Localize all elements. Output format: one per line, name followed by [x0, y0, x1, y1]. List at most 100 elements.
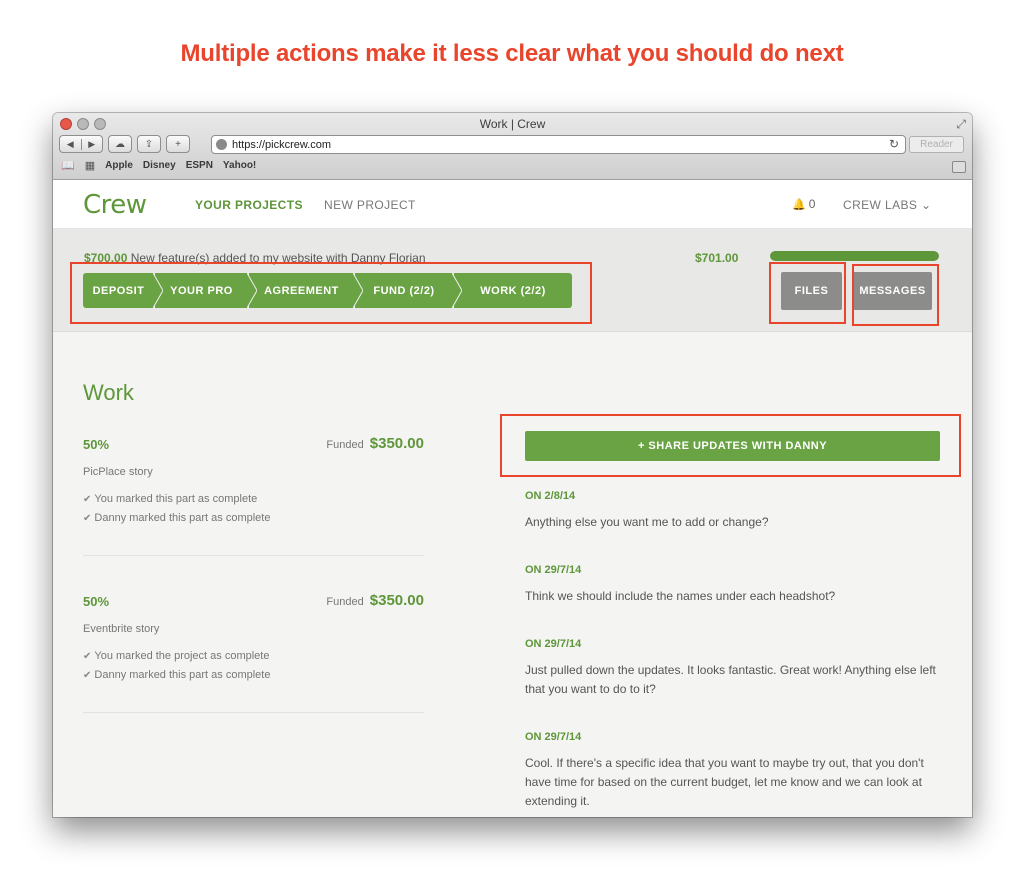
- step-your-pro[interactable]: YOUR PRO: [155, 273, 257, 308]
- check-icon: ✔: [83, 651, 92, 662]
- project-total: $701.00: [695, 251, 739, 265]
- part-funded: Funded $350.00: [326, 592, 424, 609]
- funding-progress-bar: [770, 251, 939, 261]
- part-check: ✔ You marked the project as complete: [83, 650, 269, 662]
- funding-progress-fill: [770, 251, 939, 261]
- nav-your-projects[interactable]: YOUR PROJECTS: [195, 198, 303, 212]
- project-steps: DEPOSIT YOUR PRO AGREEMENT FUND (2/2) WO…: [83, 273, 572, 308]
- chevron-down-icon: ⌄: [921, 198, 932, 212]
- work-part: 50% Funded $350.00 Eventbrite story ✔ You…: [83, 592, 424, 714]
- update-date: ON 29/7/14: [525, 564, 582, 576]
- url-text: https://pickcrew.com: [232, 138, 332, 151]
- part-check: ✔ Danny marked this part as complete: [83, 669, 270, 681]
- bookmarks-bar: 📖 ▦ Apple Disney ESPN Yahoo!: [61, 159, 256, 172]
- step-arrow-icon: [452, 273, 462, 308]
- main-content: Work 50% Funded $350.00 PicPlace story ✔…: [53, 332, 972, 817]
- update-date: ON 29/7/14: [525, 638, 582, 650]
- part-name: PicPlace story: [83, 466, 153, 478]
- page-title: Work: [83, 380, 134, 405]
- project-amount: $700.00: [84, 251, 128, 265]
- notifications[interactable]: 🔔 0: [792, 197, 815, 211]
- bookmark-yahoo[interactable]: Yahoo!: [223, 160, 256, 171]
- funded-label: Funded: [326, 596, 364, 608]
- step-work[interactable]: WORK (2/2): [454, 273, 572, 308]
- bookmark-espn[interactable]: ESPN: [186, 160, 213, 171]
- step-arrow-icon: [247, 273, 257, 308]
- address-bar[interactable]: https://pickcrew.com ↻: [211, 135, 906, 154]
- step-deposit[interactable]: DEPOSIT: [83, 273, 163, 308]
- downloads-icon[interactable]: [952, 161, 966, 173]
- bookmark-disney[interactable]: Disney: [143, 160, 176, 171]
- team-menu[interactable]: CREW LABS ⌄: [843, 198, 932, 212]
- step-arrow-icon: [353, 273, 363, 308]
- fullscreen-icon[interactable]: ⤢: [956, 117, 966, 132]
- cloud-icon: ☁: [115, 138, 125, 150]
- step-fund[interactable]: FUND (2/2): [355, 273, 462, 308]
- update-text: Think we should include the names under …: [525, 589, 836, 603]
- site-header: Crew YOUR PROJECTS NEW PROJECT 🔔 0 CREW …: [53, 180, 972, 229]
- step-label: DEPOSIT: [92, 284, 145, 297]
- part-name: Eventbrite story: [83, 623, 160, 635]
- crew-logo[interactable]: Crew: [83, 190, 147, 220]
- part-percent: 50%: [83, 437, 110, 452]
- part-funded: Funded $350.00: [326, 435, 424, 452]
- browser-window: Work | Crew ⤢ ◀ ▶ ☁ ⇪ + https://pickcrew…: [53, 113, 972, 817]
- step-label: YOUR PRO: [170, 284, 233, 297]
- step-label: AGREEMENT: [264, 284, 339, 297]
- plus-icon: +: [175, 138, 181, 150]
- globe-icon: [216, 139, 227, 150]
- forward-arrow-icon[interactable]: ▶: [80, 138, 103, 150]
- notifications-count: 0: [808, 197, 816, 211]
- share-icon: ⇪: [144, 138, 154, 150]
- update-text: Just pulled down the updates. It looks f…: [525, 663, 936, 696]
- annotation-caption: Multiple actions make it less clear what…: [180, 40, 844, 67]
- update-item: ON 29/7/14 Cool. If there's a specific i…: [525, 731, 940, 811]
- back-arrow-icon[interactable]: ◀: [60, 139, 81, 150]
- top-sites-icon[interactable]: ▦: [85, 159, 95, 172]
- part-check: ✔ Danny marked this part as complete: [83, 512, 270, 524]
- work-part: 50% Funded $350.00 PicPlace story ✔ You m…: [83, 435, 424, 557]
- check-text: You marked this part as complete: [94, 493, 258, 505]
- nav-new-project[interactable]: NEW PROJECT: [324, 198, 416, 212]
- icloud-tabs-button[interactable]: ☁: [108, 135, 132, 153]
- funded-amount: $350.00: [369, 592, 424, 609]
- reading-list-icon[interactable]: 📖: [61, 159, 75, 172]
- reader-button[interactable]: Reader: [909, 136, 964, 153]
- files-button[interactable]: FILES: [781, 272, 842, 310]
- update-date: ON 29/7/14: [525, 731, 582, 743]
- check-text: You marked the project as complete: [94, 650, 270, 662]
- team-menu-label: CREW LABS: [843, 198, 918, 212]
- share-updates-button[interactable]: + SHARE UPDATES WITH DANNY: [525, 431, 940, 461]
- browser-chrome: Work | Crew ⤢ ◀ ▶ ☁ ⇪ + https://pickcrew…: [53, 113, 972, 180]
- part-percent: 50%: [83, 594, 110, 609]
- check-text: Danny marked this part as complete: [94, 669, 271, 681]
- check-text: Danny marked this part as complete: [94, 512, 271, 524]
- update-text: Anything else you want me to add or chan…: [525, 515, 769, 529]
- browser-toolbar: ◀ ▶ ☁ ⇪ +: [59, 135, 190, 153]
- update-text: Cool. If there's a specific idea that yo…: [525, 756, 924, 808]
- step-agreement[interactable]: AGREEMENT: [249, 273, 363, 308]
- step-label: WORK (2/2): [480, 284, 546, 297]
- check-icon: ✔: [83, 494, 92, 505]
- project-description: $700.00 New feature(s) added to my websi…: [84, 251, 426, 265]
- funded-label: Funded: [326, 439, 364, 451]
- funded-amount: $350.00: [369, 435, 424, 452]
- step-label: FUND (2/2): [373, 284, 435, 297]
- divider: [83, 712, 424, 713]
- bell-icon: 🔔: [792, 198, 806, 211]
- check-icon: ✔: [83, 670, 92, 681]
- project-title: New feature(s) added to my website with …: [130, 251, 426, 265]
- project-bar: $700.00 New feature(s) added to my websi…: [53, 229, 972, 332]
- update-item: ON 29/7/14 Think we should include the n…: [525, 564, 940, 606]
- window-title: Work | Crew: [479, 117, 546, 131]
- history-nav: ◀ ▶: [59, 135, 103, 153]
- share-page-button[interactable]: ⇪: [137, 135, 161, 153]
- update-date: ON 2/8/14: [525, 490, 576, 502]
- reload-icon[interactable]: ↻: [889, 137, 899, 151]
- messages-button[interactable]: MESSAGES: [853, 272, 932, 310]
- divider: [83, 555, 424, 556]
- part-check: ✔ You marked this part as complete: [83, 493, 257, 505]
- update-item: ON 2/8/14 Anything else you want me to a…: [525, 490, 940, 532]
- add-bookmark-button[interactable]: +: [166, 135, 190, 153]
- bookmark-apple[interactable]: Apple: [105, 160, 133, 171]
